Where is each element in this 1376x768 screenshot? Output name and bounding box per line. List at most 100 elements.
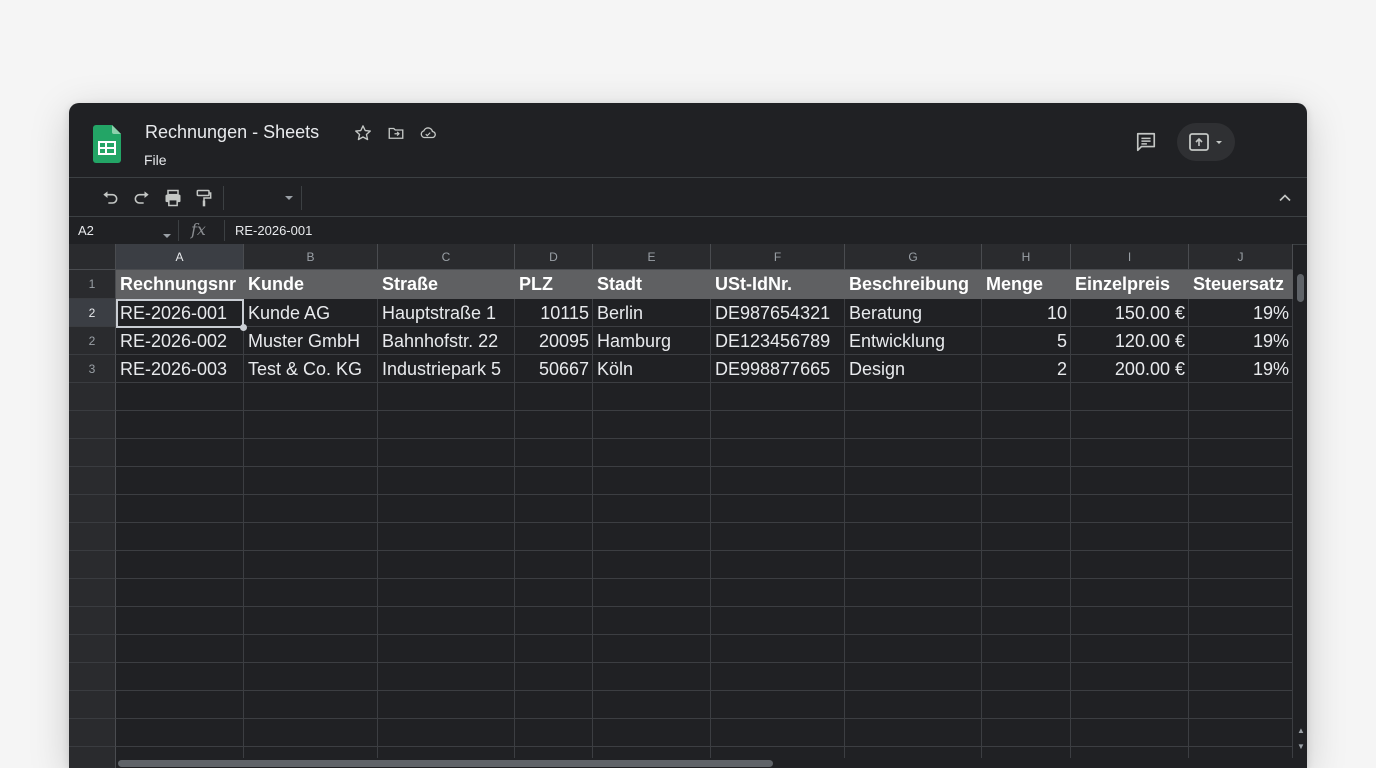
chevron-down-icon[interactable] bbox=[162, 227, 172, 238]
table-cell[interactable]: 19% bbox=[1189, 355, 1293, 383]
table-cell[interactable]: Muster GmbH bbox=[244, 327, 378, 355]
table-cell[interactable]: RE-2026-002 bbox=[116, 327, 244, 355]
vertical-scrollbar[interactable]: ▲ ▼ bbox=[1295, 270, 1307, 768]
row-header[interactable] bbox=[69, 411, 116, 439]
header-cell[interactable]: Beschreibung bbox=[845, 270, 982, 299]
fill-handle[interactable] bbox=[240, 324, 247, 331]
formula-input[interactable]: RE-2026-001 bbox=[235, 223, 312, 238]
scroll-down-icon[interactable]: ▼ bbox=[1296, 742, 1306, 752]
column-header-g[interactable]: G bbox=[845, 244, 982, 270]
cloud-status-icon[interactable] bbox=[419, 124, 437, 142]
horizontal-scroll-thumb[interactable] bbox=[118, 760, 773, 767]
table-cell[interactable]: Test & Co. KG bbox=[244, 355, 378, 383]
app-header: Rechnungen - Sheets File bbox=[69, 103, 1307, 177]
header-cell[interactable]: Kunde bbox=[244, 270, 378, 299]
row-header[interactable]: 2 bbox=[69, 299, 116, 327]
header-cell[interactable]: Menge bbox=[982, 270, 1071, 299]
table-cell[interactable]: Bahnhofstr. 22 bbox=[378, 327, 515, 355]
row-header[interactable] bbox=[69, 523, 116, 551]
header-cell[interactable]: USt-IdNr. bbox=[711, 270, 845, 299]
table-cell[interactable]: 2 bbox=[982, 355, 1071, 383]
formula-bar: A2 fx RE-2026-001 bbox=[69, 216, 1307, 245]
row-header[interactable] bbox=[69, 495, 116, 523]
table-cell[interactable]: 10 bbox=[982, 299, 1071, 327]
row-header[interactable] bbox=[69, 635, 116, 663]
column-header-j[interactable]: J bbox=[1189, 244, 1293, 270]
present-icon bbox=[1189, 133, 1222, 151]
menu-file[interactable]: File bbox=[144, 152, 167, 168]
row-header[interactable] bbox=[69, 439, 116, 467]
table-cell[interactable]: Kunde AG bbox=[244, 299, 378, 327]
header-cell[interactable]: PLZ bbox=[515, 270, 593, 299]
table-cell[interactable]: Design bbox=[845, 355, 982, 383]
table-cell[interactable]: 120.00 € bbox=[1071, 327, 1189, 355]
table-cell[interactable]: Hamburg bbox=[593, 327, 711, 355]
scroll-up-icon[interactable]: ▲ bbox=[1296, 726, 1306, 736]
header-cell[interactable]: Rechnungsnr bbox=[116, 270, 244, 299]
row-header[interactable]: 2 bbox=[69, 327, 116, 355]
table-cell[interactable]: Hauptstraße 1 bbox=[378, 299, 515, 327]
row-header[interactable]: 3 bbox=[69, 355, 116, 383]
vertical-scroll-thumb[interactable] bbox=[1297, 274, 1304, 302]
table-cell[interactable]: Berlin bbox=[593, 299, 711, 327]
column-header-f[interactable]: F bbox=[711, 244, 845, 270]
row-header[interactable] bbox=[69, 663, 116, 691]
row-header[interactable]: 1 bbox=[69, 270, 116, 299]
row-header[interactable] bbox=[69, 691, 116, 719]
redo-icon[interactable] bbox=[132, 188, 152, 208]
header-cell[interactable]: Einzelpreis bbox=[1071, 270, 1189, 299]
header-cell[interactable]: Straße bbox=[378, 270, 515, 299]
column-header-i[interactable]: I bbox=[1071, 244, 1189, 270]
row-header[interactable] bbox=[69, 607, 116, 635]
sheets-logo-icon[interactable] bbox=[93, 125, 121, 163]
spreadsheet-grid[interactable]: ABCDEFGHIJ 1223 Rechnungsnr Kunde Straße PL… bbox=[69, 244, 1307, 768]
document-title[interactable]: Rechnungen - Sheets bbox=[145, 122, 319, 143]
star-icon[interactable] bbox=[354, 124, 372, 142]
table-cell[interactable]: DE123456789 bbox=[711, 327, 845, 355]
table-cell[interactable]: Beratung bbox=[845, 299, 982, 327]
present-button[interactable] bbox=[1177, 123, 1235, 161]
table-cell[interactable]: RE-2026-003 bbox=[116, 355, 244, 383]
row-header[interactable] bbox=[69, 383, 116, 411]
row-header[interactable] bbox=[69, 467, 116, 495]
print-icon[interactable] bbox=[163, 188, 183, 208]
column-header-a[interactable]: A bbox=[116, 244, 244, 270]
column-header-h[interactable]: H bbox=[982, 244, 1071, 270]
table-cell[interactable]: Köln bbox=[593, 355, 711, 383]
column-header-c[interactable]: C bbox=[378, 244, 515, 270]
paint-format-icon[interactable] bbox=[194, 188, 214, 208]
row-header[interactable] bbox=[69, 747, 116, 768]
horizontal-scrollbar[interactable] bbox=[116, 758, 1295, 768]
table-cell[interactable]: 50667 bbox=[515, 355, 593, 383]
table-cell[interactable]: 19% bbox=[1189, 327, 1293, 355]
zoom-select[interactable] bbox=[229, 184, 299, 212]
table-cell[interactable]: 200.00 € bbox=[1071, 355, 1189, 383]
sheets-window: Rechnungen - Sheets File A2 fx RE-2026-0… bbox=[69, 103, 1307, 768]
row-header[interactable] bbox=[69, 551, 116, 579]
column-header-d[interactable]: D bbox=[515, 244, 593, 270]
table-cell[interactable]: Entwicklung bbox=[845, 327, 982, 355]
formula-divider bbox=[178, 220, 179, 241]
column-header-b[interactable]: B bbox=[244, 244, 378, 270]
header-cell[interactable]: Stadt bbox=[593, 270, 711, 299]
table-cell[interactable]: 10115 bbox=[515, 299, 593, 327]
comment-history-icon[interactable] bbox=[1135, 131, 1157, 153]
toolbar-divider bbox=[301, 186, 302, 210]
name-box[interactable]: A2 bbox=[78, 223, 94, 238]
table-cell[interactable]: RE-2026-001 bbox=[116, 299, 244, 327]
folder-move-icon[interactable] bbox=[387, 124, 405, 142]
row-header[interactable] bbox=[69, 579, 116, 607]
row-header[interactable] bbox=[69, 719, 116, 747]
header-cell[interactable]: Steuersatz bbox=[1189, 270, 1293, 299]
table-cell[interactable]: 5 bbox=[982, 327, 1071, 355]
chevron-up-icon[interactable] bbox=[1275, 188, 1295, 208]
table-cell[interactable]: 150.00 € bbox=[1071, 299, 1189, 327]
table-cell[interactable]: 20095 bbox=[515, 327, 593, 355]
toolbar-divider bbox=[223, 186, 224, 210]
column-header-e[interactable]: E bbox=[593, 244, 711, 270]
table-cell[interactable]: Industriepark 5 bbox=[378, 355, 515, 383]
table-cell[interactable]: DE998877665 bbox=[711, 355, 845, 383]
table-cell[interactable]: 19% bbox=[1189, 299, 1293, 327]
table-cell[interactable]: DE987654321 bbox=[711, 299, 845, 327]
undo-icon[interactable] bbox=[100, 188, 120, 208]
